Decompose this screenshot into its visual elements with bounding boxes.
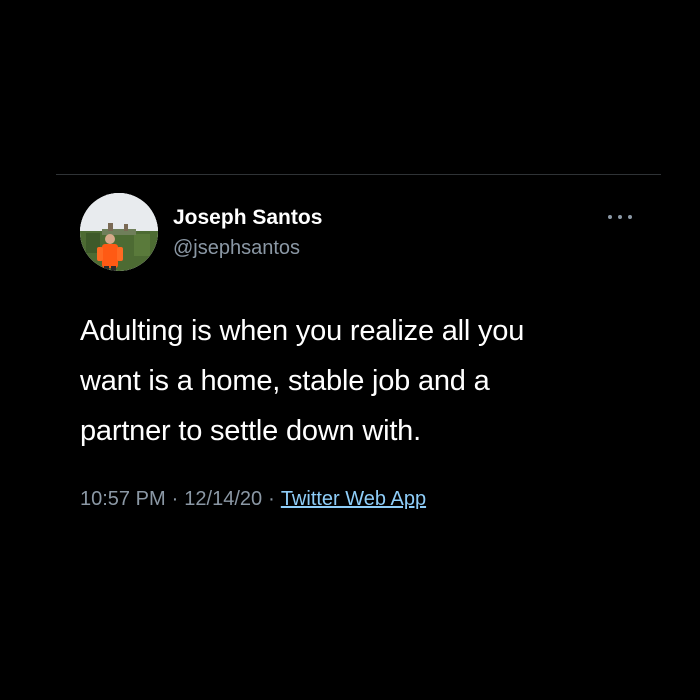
avatar-photo xyxy=(80,193,158,271)
display-name[interactable]: Joseph Santos xyxy=(173,205,322,231)
tweet-metadata: 10:57 PM · 12/14/20 · Twitter Web App xyxy=(80,485,426,513)
user-handle[interactable]: @jsephsantos xyxy=(173,235,300,261)
more-dot xyxy=(608,215,612,219)
meta-separator: · xyxy=(268,488,275,510)
avatar[interactable] xyxy=(80,193,158,271)
more-horizontal-icon[interactable] xyxy=(606,207,634,227)
more-dot xyxy=(628,215,632,219)
tweet-text-line: want is a home, stable job and a xyxy=(80,365,490,397)
tweet-card: Joseph Santos @jsephsantos Adulting is w… xyxy=(0,0,700,700)
tweet-text-line: Adulting is when you realize all you xyxy=(80,315,525,347)
tweet-date[interactable]: 12/14/20 xyxy=(184,488,262,510)
tweet-text-line: partner to settle down with. xyxy=(80,415,421,447)
tweet-text: Adulting is when you realize all you wan… xyxy=(80,306,640,456)
tweet-source-link[interactable]: Twitter Web App xyxy=(281,488,426,510)
tweet-time[interactable]: 10:57 PM xyxy=(80,488,166,510)
more-dot xyxy=(618,215,622,219)
meta-separator: · xyxy=(171,488,179,510)
